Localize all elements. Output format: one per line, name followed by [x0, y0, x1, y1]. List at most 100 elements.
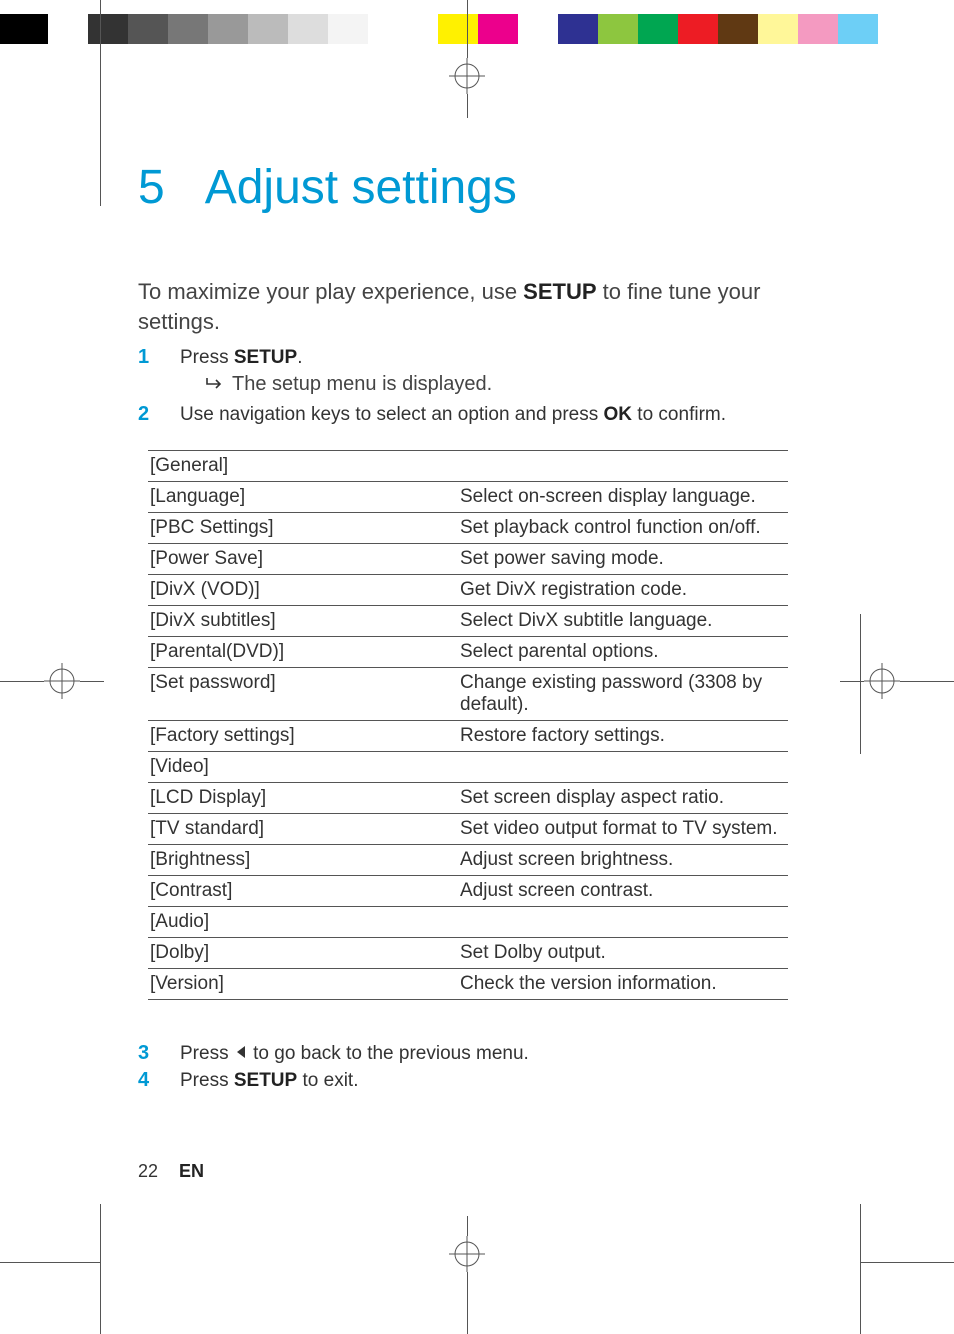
table-row: [General]: [148, 450, 788, 481]
table-row: [Parental(DVD)]Select parental options.: [148, 636, 788, 667]
table-row: [Factory settings]Restore factory settin…: [148, 720, 788, 751]
step-text: Press to go back to the previous menu.: [180, 1043, 818, 1065]
crop-line: [860, 1262, 954, 1263]
table-row: [Contrast]Adjust screen contrast.: [148, 875, 788, 906]
color-swatch: [758, 14, 798, 44]
setting-key: [LCD Display]: [148, 782, 458, 813]
chapter-number: 5: [138, 160, 165, 215]
setting-key: [DivX subtitles]: [148, 605, 458, 636]
steps-list-after: 3 Press to go back to the previous menu.…: [138, 1042, 818, 1092]
color-swatch: [518, 14, 558, 44]
table-row: [Video]: [148, 751, 788, 782]
chapter-heading: 5 Adjust settings: [138, 160, 818, 215]
language-code: EN: [179, 1161, 204, 1181]
table-row: [Power Save]Set power saving mode.: [148, 543, 788, 574]
color-swatch: [368, 14, 438, 44]
page-footer: 22 EN: [138, 1161, 204, 1182]
setting-desc: Adjust screen contrast.: [458, 875, 788, 906]
chapter-title: Adjust settings: [205, 160, 517, 215]
color-swatch: [288, 14, 328, 44]
step-result: The setup menu is displayed.: [206, 373, 818, 396]
setting-key: [Audio]: [148, 906, 458, 937]
setting-desc: Restore factory settings.: [458, 720, 788, 751]
step-text: Use navigation keys to select an option …: [180, 404, 818, 426]
table-row: [LCD Display]Set screen display aspect r…: [148, 782, 788, 813]
step-text: Press SETUP to exit.: [180, 1070, 818, 1092]
step-number: 1: [138, 346, 158, 369]
setting-key: [Contrast]: [148, 875, 458, 906]
setting-desc: [458, 906, 788, 937]
step-text: Press SETUP.: [180, 347, 818, 369]
table-row: [Audio]: [148, 906, 788, 937]
table-row: [Dolby]Set Dolby output.: [148, 937, 788, 968]
table-row: [Version]Check the version information.: [148, 968, 788, 999]
reg-line: [80, 681, 104, 682]
steps-list: 1 Press SETUP.: [138, 346, 818, 369]
color-swatch: [168, 14, 208, 44]
steps-list: 2 Use navigation keys to select an optio…: [138, 403, 818, 426]
color-swatch: [678, 14, 718, 44]
setting-key: [General]: [148, 450, 458, 481]
table-row: [TV standard]Set video output format to …: [148, 813, 788, 844]
setting-desc: Adjust screen brightness.: [458, 844, 788, 875]
color-swatch: [798, 14, 838, 44]
crop-line: [860, 614, 861, 754]
setting-desc: Select parental options.: [458, 636, 788, 667]
color-swatch: [438, 14, 478, 44]
step-number: 3: [138, 1042, 158, 1065]
step-item: 2 Use navigation keys to select an optio…: [138, 403, 818, 426]
left-triangle-icon: [234, 1043, 248, 1065]
step-item: 3 Press to go back to the previous menu.: [138, 1042, 818, 1065]
crop-line: [100, 1204, 101, 1334]
step-number: 4: [138, 1069, 158, 1092]
setting-desc: Set playback control function on/off.: [458, 512, 788, 543]
crop-line: [100, 0, 101, 206]
color-swatch: [718, 14, 758, 44]
intro-bold: SETUP: [523, 279, 596, 304]
setting-key: [Video]: [148, 751, 458, 782]
table-row: [DivX (VOD)]Get DivX registration code.: [148, 574, 788, 605]
color-swatch: [208, 14, 248, 44]
color-swatch: [478, 14, 518, 44]
table-row: [PBC Settings]Set playback control funct…: [148, 512, 788, 543]
color-swatch: [48, 14, 88, 44]
reg-line: [900, 681, 954, 682]
setting-key: [Version]: [148, 968, 458, 999]
setting-desc: [458, 450, 788, 481]
setting-desc: Set video output format to TV system.: [458, 813, 788, 844]
color-swatch: [248, 14, 288, 44]
step-item: 4 Press SETUP to exit.: [138, 1069, 818, 1092]
setting-key: [Power Save]: [148, 543, 458, 574]
setting-key: [Dolby]: [148, 937, 458, 968]
step-item: 1 Press SETUP.: [138, 346, 818, 369]
reg-line: [0, 681, 44, 682]
table-row: [Language]Select on-screen display langu…: [148, 481, 788, 512]
setting-desc: Check the version information.: [458, 968, 788, 999]
color-swatch: [838, 14, 878, 44]
reg-line: [467, 94, 468, 118]
settings-tbody: [General][Language]Select on-screen disp…: [148, 450, 788, 999]
color-swatch: [0, 14, 48, 44]
registration-mark-icon: [449, 1236, 485, 1272]
registration-mark-icon: [449, 58, 485, 94]
page-content: 5 Adjust settings To maximize your play …: [138, 160, 818, 1096]
color-swatch: [598, 14, 638, 44]
color-swatch: [328, 14, 368, 44]
registration-mark-icon: [44, 663, 80, 699]
crop-line: [860, 1204, 861, 1334]
settings-table: [General][Language]Select on-screen disp…: [148, 450, 788, 1000]
registration-mark-icon: [864, 663, 900, 699]
setting-desc: Set screen display aspect ratio.: [458, 782, 788, 813]
intro-prefix: To maximize your play experience, use: [138, 279, 523, 304]
result-text: The setup menu is displayed.: [232, 373, 492, 395]
reg-line: [840, 681, 864, 682]
page-number: 22: [138, 1161, 158, 1181]
color-swatch: [88, 14, 128, 44]
table-row: [DivX subtitles]Select DivX subtitle lan…: [148, 605, 788, 636]
print-color-bar: [0, 14, 954, 44]
setting-desc: Set Dolby output.: [458, 937, 788, 968]
crop-line: [0, 1262, 100, 1263]
reg-line: [467, 0, 468, 58]
setting-key: [Brightness]: [148, 844, 458, 875]
setting-desc: Set power saving mode.: [458, 543, 788, 574]
